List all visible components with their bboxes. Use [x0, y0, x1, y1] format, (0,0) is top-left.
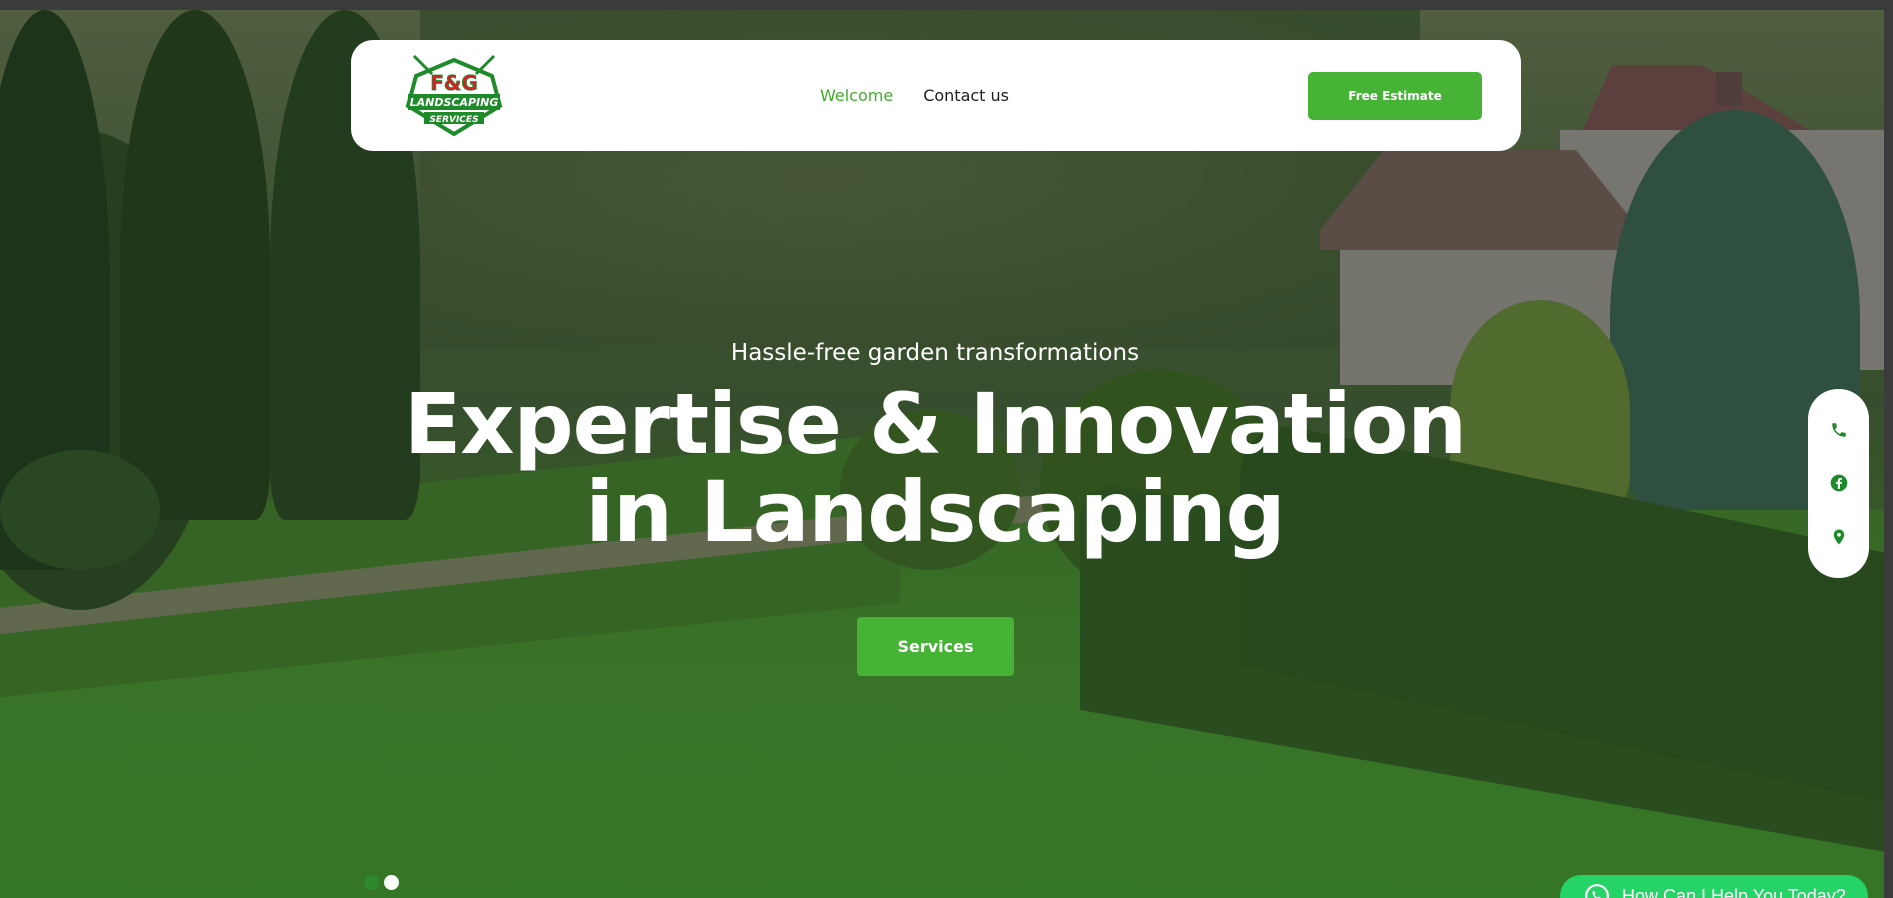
free-estimate-button[interactable]: Free Estimate	[1308, 72, 1482, 120]
slider-dots	[364, 875, 399, 890]
logo-text-landscaping: LANDSCAPING	[410, 96, 499, 109]
nav-links: Welcome Contact us	[820, 40, 1009, 151]
slider-dot-1[interactable]	[364, 875, 379, 890]
whatsapp-chat-button[interactable]: How Can I Help You Today?	[1560, 875, 1868, 898]
hero-headline: Expertise & Innovation in Landscaping	[0, 380, 1870, 556]
logo-text-services: SERVICES	[429, 115, 478, 125]
hero-headline-line-2: in Landscaping	[585, 463, 1285, 561]
company-logo[interactable]: F&G LANDSCAPING SERVICES	[402, 54, 506, 138]
hero-subtitle: Hassle-free garden transformations	[730, 340, 1140, 366]
nav-link-welcome[interactable]: Welcome	[820, 86, 893, 105]
services-button[interactable]: Services	[857, 617, 1014, 676]
slider-dot-2[interactable]	[384, 875, 399, 890]
nav-link-contact-us[interactable]: Contact us	[923, 86, 1009, 105]
navbar: F&G LANDSCAPING SERVICES Welcome Contact…	[351, 40, 1521, 151]
location-pin-icon[interactable]	[1828, 526, 1850, 548]
browser-top-edge	[0, 0, 1893, 10]
hero-headline-line-1: Expertise & Innovation	[403, 375, 1467, 473]
logo-text-brand: F&G	[430, 71, 478, 95]
facebook-icon[interactable]	[1828, 472, 1850, 494]
hero-section: F&G LANDSCAPING SERVICES Welcome Contact…	[0, 10, 1884, 898]
whatsapp-label: How Can I Help You Today?	[1622, 885, 1846, 898]
whatsapp-icon	[1585, 884, 1609, 898]
phone-icon[interactable]	[1828, 419, 1850, 441]
browser-right-edge	[1884, 0, 1893, 898]
side-contact-bar	[1808, 389, 1869, 578]
